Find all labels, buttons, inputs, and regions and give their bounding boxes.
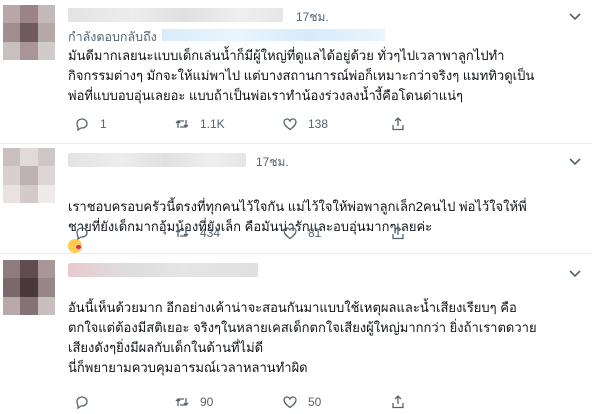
retweet-count: 90 <box>200 395 214 409</box>
tweet-card[interactable]: 17ชม. เราชอบครอบครัวนี้ตรงที่ทุกคนไว้ใจก… <box>0 143 592 254</box>
chevron-down-icon[interactable] <box>568 155 582 169</box>
retweet-icon <box>175 120 189 128</box>
mention-link-blurred[interactable] <box>162 29 385 41</box>
share-button[interactable] <box>390 394 406 410</box>
retweet-count: 1.1K <box>200 117 225 131</box>
tweet-actions: 434 81 <box>68 225 498 245</box>
tweet-text: อันนี้เห็นด้วยมาก อีกอย่างเค้าน่าจะสอนกั… <box>68 300 537 375</box>
retweet-button[interactable]: 90 <box>174 394 213 410</box>
tweet-card[interactable]: 17ชม. กำลังตอบกลับถึง มันดีมากเลยนะแบบเด… <box>0 0 592 144</box>
like-count: 81 <box>308 226 322 240</box>
reply-count: 1 <box>100 117 107 131</box>
replying-to-label: กำลังตอบกลับถึง <box>68 30 157 44</box>
reply-icon <box>76 227 88 241</box>
tweet-actions: 1 1.1K 138 <box>68 116 498 136</box>
like-count: 138 <box>308 117 329 131</box>
like-button[interactable]: 138 <box>282 116 328 132</box>
heart-icon <box>283 396 297 409</box>
reply-button[interactable]: 1 <box>74 116 107 132</box>
tweet-card[interactable]: อันนี้เห็นด้วยมาก อีกอย่างเค้าน่าจะสอนกั… <box>0 253 592 414</box>
username-blurred[interactable] <box>68 153 246 167</box>
retweet-button[interactable]: 434 <box>174 225 220 241</box>
tweet-text: มันดีมากเลยนะแบบเด็กเล่นน้ำก็มีผู้ใหญ่ที… <box>68 48 535 103</box>
tweet-actions: 90 50 <box>68 394 498 414</box>
retweet-count: 434 <box>200 226 221 240</box>
heart-icon <box>283 118 297 131</box>
share-icon <box>392 395 404 409</box>
tweet-text: เราชอบครอบครัวนี้ตรงที่ทุกคนไว้ใจกัน แม่… <box>68 177 573 257</box>
heart-icon <box>283 227 297 240</box>
avatar[interactable] <box>3 148 55 203</box>
share-button[interactable] <box>390 225 406 241</box>
share-button[interactable] <box>390 116 406 132</box>
username-blurred[interactable] <box>68 263 258 277</box>
chevron-down-icon[interactable] <box>568 267 582 281</box>
like-count: 50 <box>308 395 322 409</box>
reply-button[interactable] <box>74 394 100 410</box>
retweet-icon <box>175 229 189 237</box>
share-icon <box>392 226 404 240</box>
reply-icon <box>76 118 88 132</box>
username-blurred[interactable] <box>68 8 283 22</box>
tweet-timestamp[interactable]: 17ชม. <box>296 8 329 27</box>
tweet-timestamp[interactable]: 17ชม. <box>256 153 289 172</box>
avatar[interactable] <box>3 5 55 60</box>
avatar[interactable] <box>3 260 55 315</box>
reply-icon <box>76 396 88 410</box>
share-icon <box>392 117 404 131</box>
retweet-button[interactable]: 1.1K <box>174 116 225 132</box>
chevron-down-icon[interactable] <box>568 10 582 24</box>
reply-button[interactable] <box>74 225 100 241</box>
retweet-icon <box>175 398 189 406</box>
like-button[interactable]: 50 <box>282 394 321 410</box>
like-button[interactable]: 81 <box>282 225 321 241</box>
